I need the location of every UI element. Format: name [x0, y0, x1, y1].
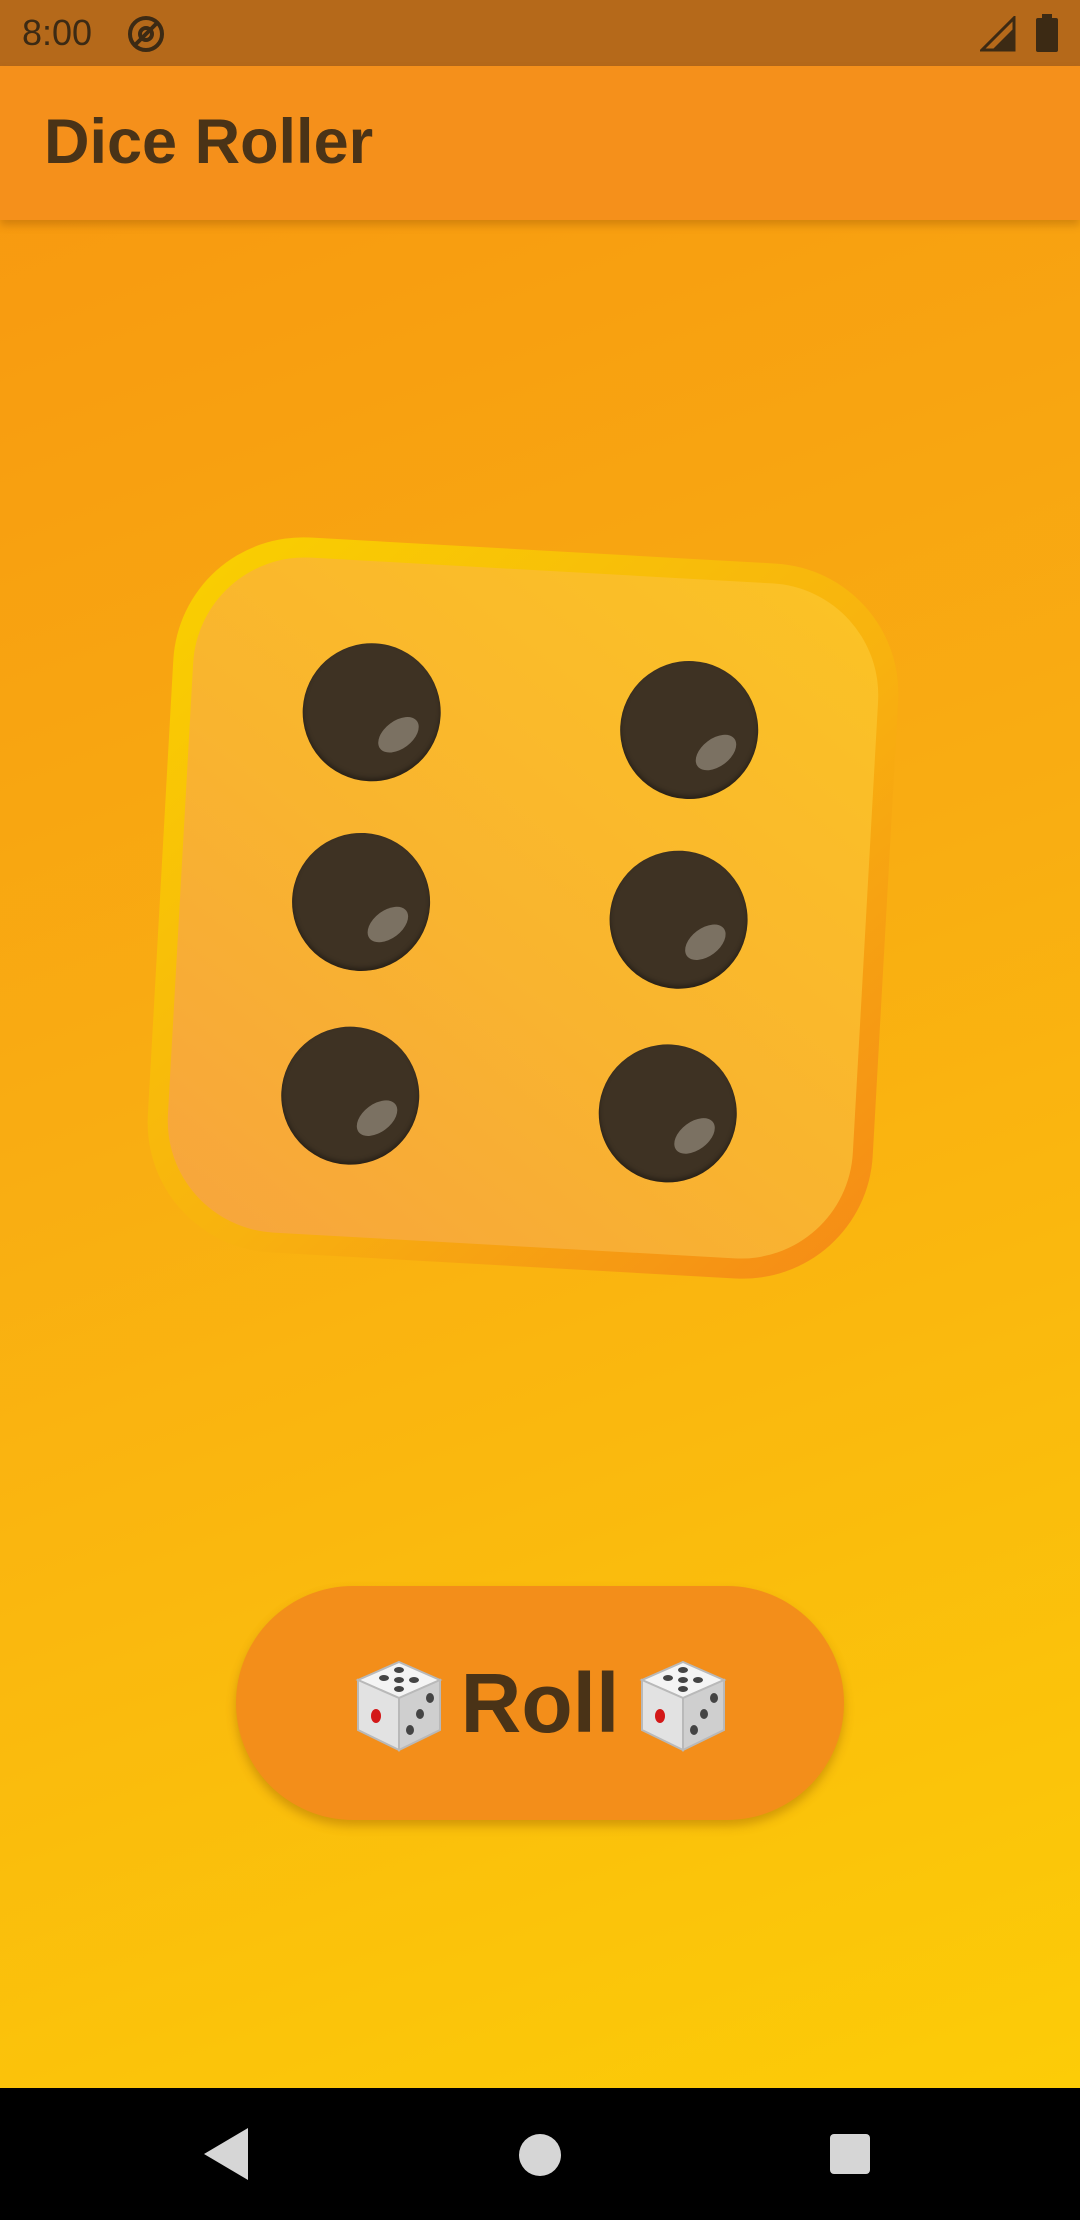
signal-icon	[980, 16, 1016, 52]
status-time: 8:00	[22, 12, 93, 53]
status-bar: 8:00	[0, 0, 1080, 66]
roll-button[interactable]: Roll	[236, 1586, 844, 1820]
pip-top-right	[616, 657, 762, 803]
back-icon[interactable]	[204, 2128, 248, 2180]
battery-icon	[1036, 14, 1058, 52]
dice-emoji-icon	[639, 1660, 727, 1752]
navigation-bar	[0, 2088, 1080, 2220]
home-icon[interactable]	[519, 2134, 561, 2176]
pip-top-left	[298, 639, 445, 785]
roll-button-label: Roll	[460, 1656, 620, 1750]
dice-six-face-icon	[140, 530, 906, 1286]
at-sign-icon	[128, 16, 164, 52]
recents-icon[interactable]	[830, 2134, 870, 2174]
pip-middle-right	[605, 846, 752, 993]
app-title: Dice Roller	[44, 107, 374, 177]
dice-emoji-icon	[355, 1660, 443, 1752]
pip-middle-left	[288, 829, 434, 975]
pip-bottom-left	[277, 1022, 423, 1169]
die-face	[161, 551, 885, 1265]
dice-roller-screen: 8:00 Dice Roller Roll	[0, 0, 1080, 2220]
pip-bottom-right	[595, 1040, 741, 1187]
app-bar: Dice Roller	[0, 66, 1080, 220]
